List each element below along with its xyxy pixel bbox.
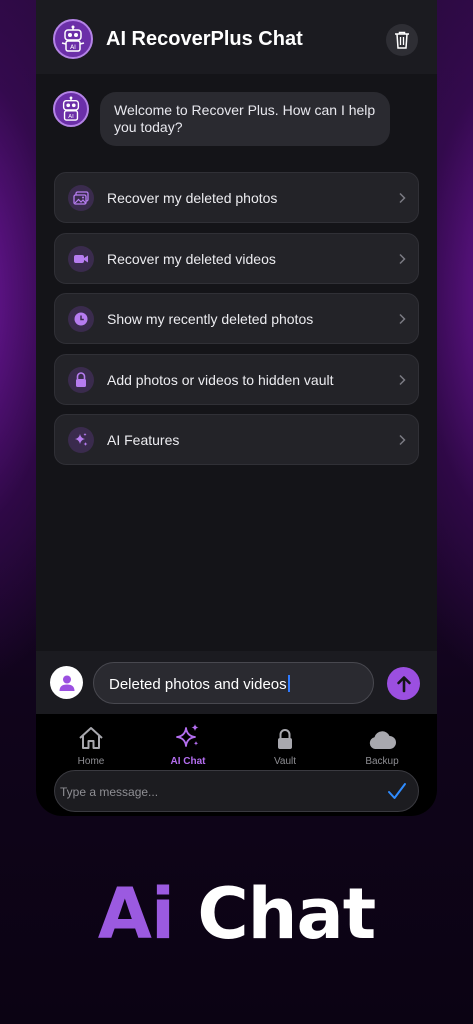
tab-vault[interactable]: Vault — [235, 722, 335, 767]
option-label: Recover my deleted photos — [107, 190, 278, 206]
checkmark-icon[interactable] — [387, 781, 407, 806]
phone-screen: AI AI RecoverPlus Chat AI Welcome to Rec… — [36, 0, 437, 816]
chevron-right-icon — [398, 373, 406, 391]
tab-bar: Home AI Chat Vault Backup Type a message… — [36, 714, 437, 816]
option-label: Recover my deleted videos — [107, 250, 276, 267]
lock-icon — [68, 366, 94, 393]
tab-backup[interactable]: Backup — [332, 722, 432, 767]
text-caret — [287, 675, 290, 692]
composer-bar: Deleted photos and videos — [36, 651, 437, 714]
promo-word-chat: Chat — [197, 873, 376, 955]
option-ai-features[interactable]: AI Features — [54, 414, 419, 465]
chevron-right-icon — [398, 191, 406, 209]
lock-icon — [235, 722, 335, 750]
page-title: AI RecoverPlus Chat — [106, 28, 303, 50]
video-camera-icon — [68, 245, 94, 272]
type-message-placeholder: Type a message... — [60, 785, 159, 799]
chevron-right-icon — [398, 252, 406, 270]
option-recover-videos[interactable]: Recover my deleted videos — [54, 232, 419, 284]
cloud-icon — [332, 722, 432, 750]
clock-icon — [68, 306, 94, 332]
robot-icon: AI — [53, 19, 93, 59]
tab-backup-label: Backup — [365, 756, 399, 767]
option-label: AI Features — [107, 432, 180, 448]
option-label: Show my recently deleted photos — [107, 311, 314, 327]
delete-chat-button[interactable] — [386, 24, 418, 56]
home-icon — [41, 722, 141, 750]
promo-word-ai: Ai — [97, 873, 175, 955]
tab-home[interactable]: Home — [41, 722, 141, 767]
type-message-field[interactable]: Type a message... — [54, 770, 419, 812]
bot-avatar: AI — [53, 91, 89, 127]
svg-text:AI: AI — [70, 44, 76, 51]
svg-text:AI: AI — [68, 114, 74, 120]
tab-vault-label: Vault — [273, 756, 297, 767]
option-label: Add photos or videos to hidden vault — [107, 371, 334, 388]
chat-message-input-value: Deleted photos and videos — [109, 676, 287, 693]
tab-home-label: Home — [77, 756, 105, 767]
option-recently-deleted[interactable]: Show my recently deleted photos — [54, 293, 419, 344]
user-icon — [50, 666, 83, 699]
sparkles-icon — [68, 427, 94, 453]
chat-header: AI AI RecoverPlus Chat — [36, 0, 437, 74]
sparkles-icon — [138, 722, 238, 750]
promo-heading: Ai Chat — [0, 874, 473, 954]
tab-ai-chat[interactable]: AI Chat — [138, 722, 238, 767]
chevron-right-icon — [398, 433, 406, 451]
option-recover-photos[interactable]: Recover my deleted photos — [54, 172, 419, 223]
suggestion-list: Recover my deleted photos Recover my del… — [54, 172, 419, 475]
welcome-message-bubble: Welcome to Recover Plus. How can I help … — [100, 92, 390, 146]
trash-icon — [395, 31, 409, 49]
tab-ai-chat-label: AI Chat — [170, 756, 206, 767]
arrow-up-icon — [396, 675, 411, 692]
option-hidden-vault[interactable]: Add photos or videos to hidden vault — [54, 353, 419, 405]
send-button[interactable] — [387, 667, 420, 700]
chat-message-input[interactable]: Deleted photos and videos — [93, 662, 374, 704]
chevron-right-icon — [398, 312, 406, 330]
photos-icon — [68, 185, 94, 211]
